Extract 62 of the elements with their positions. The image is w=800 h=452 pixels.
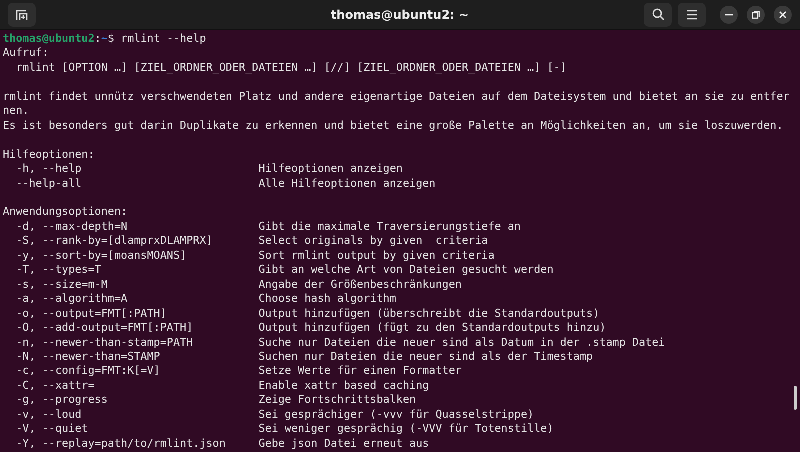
- minimize-icon: [725, 14, 733, 16]
- option-name: -O, --add-output=FMT[:PATH]: [16, 321, 194, 336]
- option-description: Setze Werte für einen Formatter: [258, 364, 462, 378]
- option-description: Select originals by given criteria: [258, 234, 488, 248]
- scrollbar-thumb[interactable]: [794, 386, 797, 410]
- new-tab-button[interactable]: [8, 2, 36, 26]
- search-button[interactable]: [644, 2, 672, 26]
- option-description: Gebe json Datei erneut aus: [258, 436, 430, 450]
- option-name: -V, --quiet: [16, 422, 90, 437]
- output-line: Anwendungsoptionen:: [3, 205, 128, 218]
- option-description: Gibt an welche Art von Dateien gesucht werden: [258, 263, 554, 276]
- option-name: -g, --progress: [16, 393, 109, 408]
- option-description: Alle Hilfeoptionen anzeigen: [258, 176, 436, 190]
- option-name: -s, --size=m-M: [16, 278, 109, 292]
- window-title: thomas@ubuntu2: ~: [330, 8, 470, 22]
- search-icon: [652, 8, 664, 21]
- option-description: Enable xattr based caching: [258, 378, 430, 392]
- restore-icon: [752, 10, 760, 18]
- prompt-path: ~: [101, 32, 108, 45]
- minimize-button[interactable]: [720, 6, 738, 24]
- option-name: -T, --types=T: [16, 263, 102, 278]
- option-description: Suchen nur Dateien die neuer sind als der Timestamp: [258, 350, 594, 363]
- output-line: nen.: [3, 104, 30, 118]
- option-name: -o, --output=FMT[:PATH]: [16, 306, 168, 322]
- option-description: Sort rmlint output by given criteria: [258, 248, 495, 262]
- close-icon: [779, 10, 787, 18]
- option-description: Suche nur Dateien die neuer sind als Datum in der .stamp Datei: [258, 336, 666, 349]
- option-description: Choose hash algorithm: [258, 292, 396, 306]
- option-name: -S, --rank-by=[dlamprxDLAMPRX]: [16, 234, 214, 249]
- option-name: -v, --loud: [16, 408, 83, 422]
- option-name: -a, --algorithm=A: [16, 292, 129, 307]
- option-description: Output hinzufügen (überschreibt die Standardoutputs): [258, 306, 600, 320]
- option-description: Zeige Fortschrittsbalken: [258, 393, 416, 406]
- prompt-symbol: $: [108, 32, 114, 45]
- output-line: Es ist besonders gut darin Duplikate zu erkennen und bietet eine große Palette an Möglichkeiten an, um sie loszuwerden.: [3, 118, 784, 132]
- option-name: --help-all: [16, 176, 83, 191]
- output-line: rmlint findet unnütz verschwendeten Platz und andere eigenartige Dateien auf dem Dateisystem und bietet an sie zu entfer: [3, 90, 790, 103]
- menu-button[interactable]: [678, 2, 706, 26]
- command-text: rmlint --help: [121, 32, 206, 45]
- option-name: -N, --newer-than=STAMP: [16, 350, 162, 364]
- option-name: -Y, --replay=path/to/rmlint.json: [16, 436, 227, 452]
- option-description: Gibt die maximale Traversierungstiefe an: [258, 220, 521, 233]
- menu-icon: [686, 10, 698, 20]
- output-line: rmlint [OPTION …] [ZIEL_ORDNER_ODER_DATEIEN …] [//] [ZIEL_ORDNER_ODER_DATEIEN …] [-]: [15, 60, 567, 74]
- option-name: -n, --newer-than-stamp=PATH: [16, 336, 194, 350]
- new-tab-icon: [15, 8, 29, 22]
- close-button[interactable]: [774, 6, 792, 24]
- output-line: Hilfeoptionen:: [3, 148, 95, 161]
- option-description: Sei weniger gesprächig (-VVV für Totenstille): [258, 422, 554, 436]
- option-name: -y, --sort-by=[moansMOANS]: [16, 248, 188, 264]
- prompt-user: thomas@ubuntu2: [3, 32, 95, 45]
- option-description: Hilfeoptionen anzeigen: [258, 162, 403, 176]
- option-name: -h, --help: [16, 162, 83, 177]
- prompt-separator: :: [94, 32, 102, 45]
- output-line: Aufruf:: [3, 46, 49, 60]
- option-description: Output hinzufügen (fügt zu den Standardoutputs hinzu): [258, 321, 606, 334]
- option-description: Sei gesprächiger (-vvv für Quasselstrippe): [258, 408, 534, 421]
- option-name: -c, --config=FMT:K[=V]: [16, 364, 162, 379]
- option-description: Angabe der Größenbeschränkungen: [258, 278, 462, 291]
- option-name: -d, --max-depth=N: [16, 220, 129, 234]
- maximize-button[interactable]: [747, 6, 765, 24]
- option-name: -C, --xattr=: [16, 378, 96, 394]
